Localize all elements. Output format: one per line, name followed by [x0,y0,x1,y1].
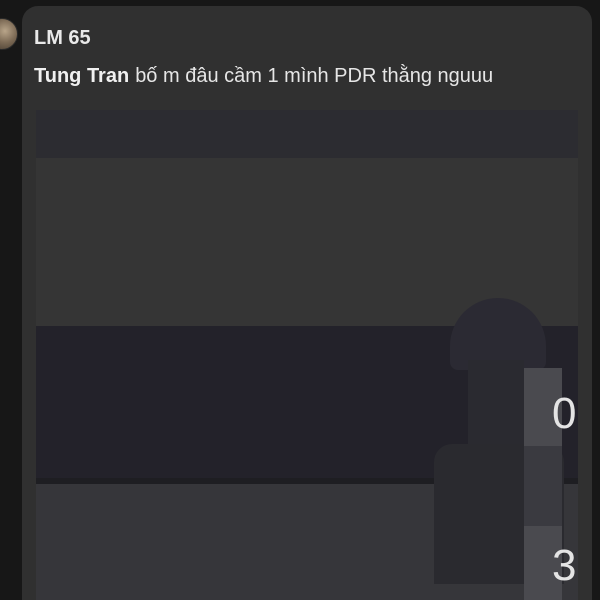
image-glyph-top: 0 [552,389,577,438]
message-bubble[interactable]: LM 65 Tung Tran bố m đâu cầm 1 mình PDR t… [22,6,592,600]
image-glyph-bottom: 3 [552,541,577,590]
chat-window: LM 65 Tung Tran bố m đâu cầm 1 mình PDR t… [0,0,600,600]
attached-image[interactable]: 0 3 [36,110,578,600]
image-silhouette-neck [468,360,524,444]
avatar[interactable] [0,18,18,50]
image-band-top [36,110,578,158]
group-name: LM 65 [34,27,91,49]
message-text-line: Tung Tran bố m đâu cầm 1 mình PDR thằng n… [34,64,584,88]
message-text: bố m đâu cầm 1 mình PDR thằng nguuu [135,65,494,87]
image-stripe-dark [524,446,562,526]
message-sender[interactable]: Tung Tran [34,65,129,87]
